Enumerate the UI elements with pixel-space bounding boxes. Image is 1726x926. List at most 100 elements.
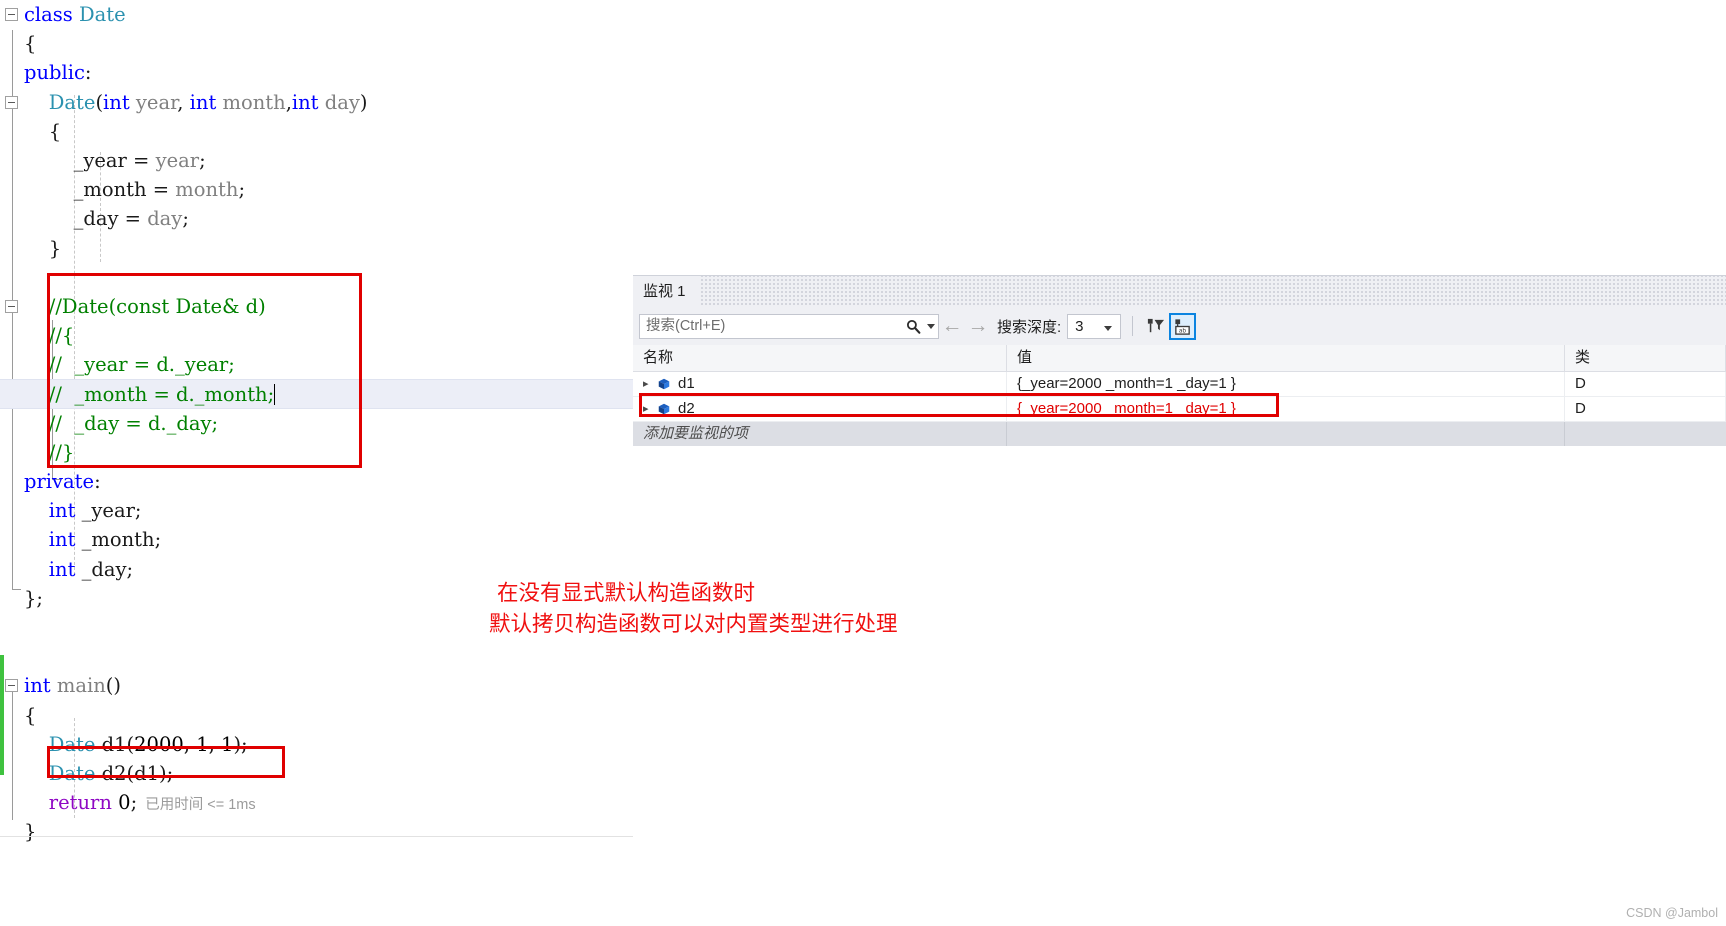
code-token: month <box>216 90 286 114</box>
add-watch-item-row[interactable]: 添加要监视的项 <box>633 422 1726 446</box>
watch-row-value[interactable]: {_year=2000 _month=1 _day=1 } <box>1007 397 1565 421</box>
code-token: , <box>177 90 190 114</box>
code-editor[interactable]: class Date{public: Date(int year, int mo… <box>0 0 633 925</box>
add-watch-item-placeholder[interactable]: 添加要监视的项 <box>633 422 1007 446</box>
object-cube-icon <box>657 402 671 416</box>
code-line[interactable]: public: <box>0 58 633 87</box>
expand-chevron-right-icon[interactable]: ▸ <box>643 397 657 421</box>
code-token: //Date(const Date& d) <box>24 294 266 318</box>
search-depth-select[interactable]: 3 <box>1067 313 1122 339</box>
code-token: } <box>24 236 62 260</box>
code-token: int <box>189 90 217 114</box>
watch-tabstrip[interactable]: 监视 1 <box>633 276 1726 307</box>
pin-filter-icon[interactable] <box>1142 313 1169 340</box>
watch-toolbar[interactable]: ← → 搜索深度: 3 ab <box>633 307 1726 345</box>
code-line[interactable]: //{ <box>0 321 633 350</box>
code-line[interactable]: Date d2(d1); <box>0 759 633 788</box>
column-header-name[interactable]: 名称 <box>633 345 1007 371</box>
code-line[interactable]: } <box>0 817 633 846</box>
watch-panel-backdrop <box>633 0 1726 275</box>
code-token: // _day = d._day; <box>24 411 219 435</box>
watch-panel[interactable]: 监视 1 ← → 搜索深度: 3 <box>633 0 1726 926</box>
code-token: } <box>24 820 37 844</box>
code-line[interactable]: _month = month; <box>0 175 633 204</box>
code-line[interactable]: } <box>0 234 633 263</box>
code-line[interactable]: { <box>0 29 633 58</box>
code-token: { <box>24 703 37 727</box>
code-token: private <box>24 470 95 493</box>
code-line[interactable]: Date d1(2000, 1, 1); <box>0 730 633 759</box>
code-line[interactable]: // _month = d._month; <box>0 379 633 409</box>
add-watch-item-type-cell[interactable] <box>1565 422 1726 446</box>
code-line[interactable]: { <box>0 117 633 146</box>
collapse-minus-icon[interactable] <box>5 95 18 109</box>
search-next-arrow-icon[interactable]: → <box>965 314 991 338</box>
pane-bottom-divider <box>0 836 633 837</box>
code-line[interactable]: _year = year; <box>0 146 633 175</box>
code-token: 0 <box>118 791 131 815</box>
code-token: day <box>147 207 183 231</box>
search-input[interactable] <box>640 313 902 339</box>
code-token: ); <box>233 732 248 756</box>
hexadecimal-display-icon[interactable]: ab <box>1169 312 1197 340</box>
code-line[interactable]: // _year = d._year; <box>0 350 633 379</box>
object-cube-icon <box>657 377 671 391</box>
search-options-chevron-down-icon[interactable] <box>924 315 938 338</box>
code-line[interactable]: private: <box>0 467 633 496</box>
code-line[interactable]: Date(int year, int month,int day) <box>0 88 633 117</box>
table-row[interactable]: ▸ d2 {_year=2000 _month=1 _day=1 } D <box>633 397 1726 422</box>
code-token: _month = <box>24 178 176 202</box>
code-token: ; <box>199 148 206 172</box>
expand-chevron-right-icon[interactable]: ▸ <box>643 372 657 396</box>
column-header-value[interactable]: 值 <box>1007 345 1565 371</box>
add-watch-item-value-cell[interactable] <box>1007 422 1565 446</box>
code-token: int <box>291 90 319 114</box>
code-token: _month; <box>75 528 162 552</box>
code-token: { <box>24 119 62 143</box>
code-line[interactable]: _day = day; <box>0 204 633 233</box>
watch-row-name-cell[interactable]: ▸ d1 <box>633 372 1007 396</box>
code-token: () <box>105 674 121 698</box>
code-line[interactable]: int _month; <box>0 525 633 554</box>
code-line[interactable]: { <box>0 701 633 730</box>
code-token: Date <box>48 90 96 114</box>
table-row[interactable]: ▸ d1 {_year=2000 _month=1 _day=1 } D <box>633 372 1726 397</box>
code-token: ( <box>95 90 104 114</box>
code-line[interactable]: //Date(const Date& d) <box>0 292 633 321</box>
code-line[interactable]: return 0; 已用时间 <= 1ms <box>0 788 633 817</box>
code-token: public <box>24 61 85 85</box>
watch-row-value[interactable]: {_year=2000 _month=1 _day=1 } <box>1007 372 1565 396</box>
collapse-minus-icon[interactable] <box>5 8 18 21</box>
code-token: d1( <box>95 732 135 756</box>
code-token: 1 <box>221 732 234 756</box>
code-token: int <box>48 557 76 581</box>
code-token: // _month = d._month; <box>24 383 275 407</box>
code-token: _day; <box>75 557 134 581</box>
code-token: //{ <box>24 324 75 348</box>
elapsed-time-hint: 已用时间 <= 1ms <box>137 797 256 814</box>
code-line[interactable] <box>0 263 633 292</box>
code-token: return <box>48 791 112 815</box>
code-line[interactable]: int main() <box>0 671 633 700</box>
column-header-type[interactable]: 类 <box>1565 345 1726 371</box>
collapse-minus-icon[interactable] <box>5 299 18 313</box>
code-line[interactable]: //} <box>0 438 633 467</box>
watch-row-name: d2 <box>678 400 695 417</box>
code-token: Date <box>48 761 96 785</box>
code-line[interactable]: // _day = d._day; <box>0 409 633 438</box>
code-line[interactable]: class Date <box>0 0 633 29</box>
tab-watch-1[interactable]: 监视 1 <box>633 276 700 307</box>
watch-row-name-cell[interactable]: ▸ d2 <box>633 397 1007 421</box>
collapse-minus-icon[interactable] <box>5 679 18 693</box>
search-prev-arrow-icon[interactable]: ← <box>939 314 965 338</box>
watch-panel-body: 监视 1 ← → 搜索深度: 3 <box>633 275 1726 926</box>
search-box[interactable] <box>639 313 939 339</box>
code-token: class <box>24 3 73 26</box>
code-line[interactable]: int _year; <box>0 496 633 525</box>
search-icon[interactable] <box>902 315 924 338</box>
code-text[interactable]: class Date{public: Date(int year, int mo… <box>0 0 633 846</box>
code-line[interactable] <box>0 642 633 671</box>
